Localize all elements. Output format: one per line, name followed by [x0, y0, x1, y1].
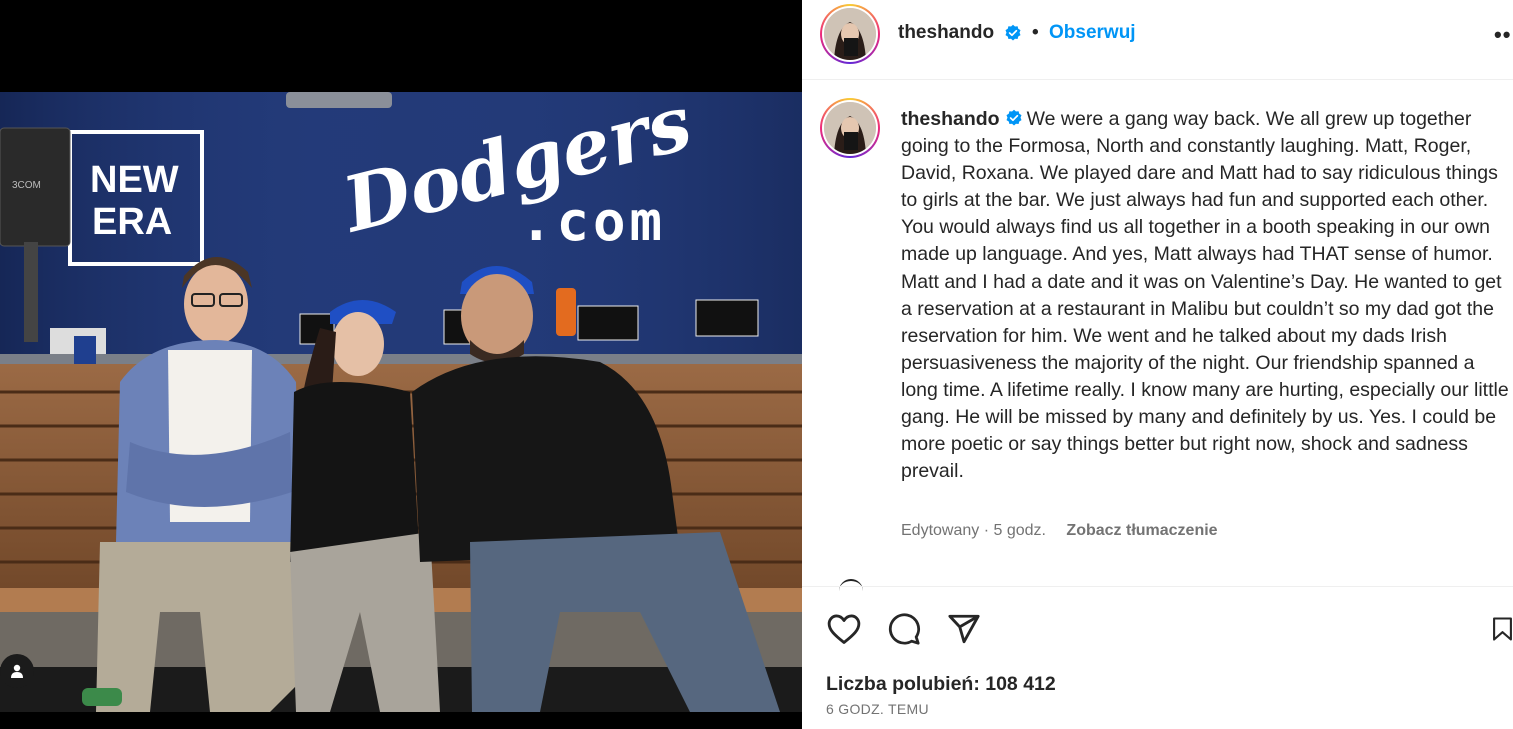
caption-avatar-image [824, 102, 876, 154]
ceiling-fixture [286, 92, 392, 108]
dugout-photo-illustration: NEW ERA Dodgers .com 3COM [0, 92, 802, 712]
back-shelf [0, 354, 802, 364]
post-photo: NEW ERA Dodgers .com 3COM [0, 92, 802, 712]
follow-button[interactable]: Obserwuj [1049, 22, 1136, 44]
caption-verified-badge-icon [1006, 109, 1022, 126]
caption-area: theshando We were a gang way back. We all… [802, 80, 1513, 586]
back-plate-3 [577, 305, 639, 341]
caption-text: We were a gang way back. We all grew up … [901, 108, 1509, 483]
post-side-panel: theshando • Obserwuj •• theshando We wer… [802, 0, 1513, 729]
author-avatar[interactable] [820, 4, 880, 64]
caption-username[interactable]: theshando [901, 108, 1000, 130]
bookmark-icon [1493, 617, 1512, 641]
author-username[interactable]: theshando [898, 22, 994, 44]
post-time: 6 GODZ. TEMU [826, 701, 929, 717]
dodgers-domain-text: .com [520, 190, 666, 253]
conduit-pipe [24, 242, 38, 342]
header-separator: • [1032, 22, 1039, 43]
edited-timestamp: Edytowany · 5 godz. [901, 522, 1046, 539]
like-button[interactable] [826, 611, 862, 647]
avatar-image [824, 8, 876, 60]
verified-badge-icon [1005, 24, 1021, 41]
likes-count[interactable]: Liczba polubień: 108 412 [826, 673, 1056, 696]
post-actions: Liczba polubień: 108 412 6 GODZ. TEMU [802, 586, 1513, 729]
paper-plane-icon [948, 614, 980, 644]
back-plate-4 [695, 299, 759, 337]
post-header: theshando • Obserwuj •• [802, 0, 1513, 80]
heart-icon [827, 614, 861, 644]
comment-icon [888, 613, 921, 645]
box-label: 3COM [12, 180, 41, 191]
caption-author-avatar[interactable] [820, 98, 880, 158]
post-media: NEW ERA Dodgers .com 3COM [0, 0, 802, 729]
more-options-button[interactable]: •• [1494, 22, 1511, 48]
floor-can [82, 688, 122, 706]
user-tag-icon [11, 664, 23, 678]
caption-meta: Edytowany · 5 godz. Zobacz tłumaczenie [901, 522, 1218, 540]
see-translation-button[interactable]: Zobacz tłumaczenie [1066, 522, 1217, 539]
new-era-sign-new: NEW [90, 159, 179, 201]
bottle [556, 288, 576, 336]
post-caption: theshando We were a gang way back. We all… [901, 106, 1511, 485]
new-era-sign-era: ERA [92, 201, 172, 243]
save-button[interactable] [1492, 611, 1513, 647]
share-button[interactable] [946, 611, 982, 647]
comment-button[interactable] [886, 611, 922, 647]
tag-button[interactable] [0, 654, 34, 688]
